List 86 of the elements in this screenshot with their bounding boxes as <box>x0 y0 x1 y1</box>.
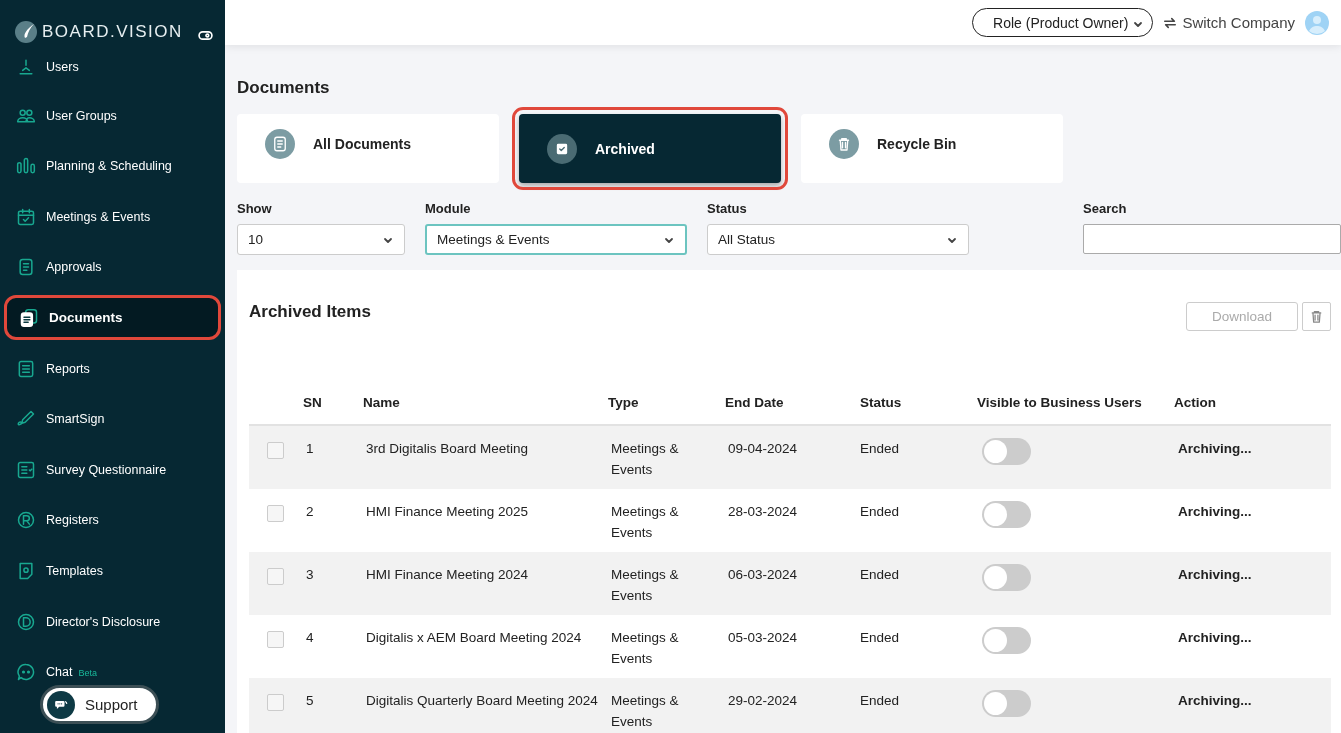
filter-label: Module <box>425 201 472 216</box>
trash-icon <box>829 128 859 159</box>
survey-icon <box>16 459 36 480</box>
action-status: Archiving... <box>1177 693 1252 708</box>
table-cell: Ended <box>860 504 900 519</box>
row-checkbox[interactable] <box>267 631 284 648</box>
sidebar-item[interactable]: Users <box>4 55 221 79</box>
filter-dropdown[interactable]: All Status <box>707 224 969 255</box>
documents-icon <box>19 307 39 328</box>
table-cell: 09-04-2024 <box>728 441 798 456</box>
document-icon <box>16 257 36 278</box>
sidebar-item[interactable]: Templates <box>4 556 221 585</box>
table-cell: Ended <box>860 693 900 708</box>
table-cell: Meetings & Events <box>611 567 679 603</box>
table-cell: HMI Finance Meeting 2025 <box>366 504 529 519</box>
document-icon <box>265 128 295 159</box>
table-cell: 1 <box>306 441 314 456</box>
document-tab[interactable]: All Documents <box>237 114 499 183</box>
table-cell: Meetings & Events <box>611 441 679 477</box>
table-cell: Meetings & Events <box>611 630 679 666</box>
table-cell: 05-03-2024 <box>728 630 798 645</box>
avatar-icon[interactable] <box>1305 10 1329 35</box>
logo-icon <box>14 20 38 44</box>
table-cell: Meetings & Events <box>611 693 679 729</box>
template-icon <box>16 560 36 581</box>
sidebar-item[interactable]: Planning & Scheduling <box>4 152 221 181</box>
sidebar-item[interactable]: User Groups <box>4 101 221 130</box>
switch-company-button[interactable]: Switch Company <box>1161 14 1297 31</box>
visibility-toggle[interactable] <box>982 627 1031 654</box>
filter-dropdown[interactable]: Meetings & Events <box>425 224 687 255</box>
table-cell: 28-03-2024 <box>728 504 798 519</box>
document-tab[interactable]: Recycle Bin <box>801 114 1063 183</box>
sidebar-item[interactable]: Survey Questionnaire <box>4 455 221 484</box>
calendar-icon <box>16 206 36 227</box>
letter-d-icon <box>16 611 36 632</box>
table-cell: 3rd Digitalis Board Meeting <box>366 441 529 456</box>
sidebar-item[interactable]: Meetings & Events <box>4 202 221 231</box>
row-checkbox[interactable] <box>267 505 284 522</box>
list-icon <box>16 358 36 379</box>
table-cell: 4 <box>306 630 314 645</box>
row-checkbox[interactable] <box>267 694 284 711</box>
visibility-toggle[interactable] <box>982 690 1031 717</box>
section-title: Archived Items <box>249 302 371 322</box>
sidebar-item[interactable]: SmartSign <box>4 405 221 434</box>
sidebar-item[interactable]: Reports <box>4 354 221 383</box>
visibility-toggle[interactable] <box>982 501 1031 528</box>
table-cell: Digitalis Quarterly Board Meeting 2024 <box>366 693 598 708</box>
sidebar-item[interactable]: Director's Disclosure <box>4 607 221 636</box>
table-cell: Digitalis x AEM Board Meeting 2024 <box>366 630 582 645</box>
filter-label: Status <box>707 201 748 216</box>
page-title: Documents <box>237 78 331 98</box>
search-field[interactable] <box>1083 224 1341 254</box>
table-cell: Ended <box>860 630 900 645</box>
visibility-toggle[interactable] <box>982 438 1031 465</box>
sidebar-item[interactable]: Documents <box>4 295 221 341</box>
table-cell: 3 <box>306 567 314 582</box>
support-button[interactable]: Support <box>40 685 159 724</box>
chat-icon <box>16 662 36 683</box>
table-cell: Ended <box>860 567 900 582</box>
action-status: Archiving... <box>1177 441 1252 456</box>
table-cell: 5 <box>306 693 314 708</box>
table-cell: Meetings & Events <box>611 504 679 540</box>
row-checkbox[interactable] <box>267 442 284 459</box>
role-dropdown[interactable]: Role (Product Owner) <box>972 8 1154 37</box>
beta-label: Beta <box>78 668 97 679</box>
action-status: Archiving... <box>1177 504 1252 519</box>
search-label: Search <box>1083 201 1128 216</box>
action-status: Archiving... <box>1177 630 1252 645</box>
filter-label: Show <box>237 201 273 216</box>
sidebar-item[interactable]: Approvals <box>4 253 221 282</box>
registered-icon <box>16 510 36 531</box>
filter-dropdown[interactable]: 10 <box>237 224 405 255</box>
table-cell: 29-02-2024 <box>728 693 798 708</box>
table-cell: 06-03-2024 <box>728 567 798 582</box>
brand-name: BOARD.VISION <box>42 22 184 42</box>
sidebar-item[interactable]: Registers <box>4 506 221 535</box>
action-status: Archiving... <box>1177 567 1252 582</box>
swap-icon <box>1163 15 1178 30</box>
row-checkbox[interactable] <box>267 568 284 585</box>
table-cell: HMI Finance Meeting 2024 <box>366 567 529 582</box>
delete-button[interactable] <box>1302 302 1331 331</box>
table-cell: 2 <box>306 504 314 519</box>
chat-bubble-icon <box>47 690 75 719</box>
visibility-toggle[interactable] <box>982 564 1031 591</box>
checkbox-icon <box>547 133 577 164</box>
table-cell: Ended <box>860 441 900 456</box>
